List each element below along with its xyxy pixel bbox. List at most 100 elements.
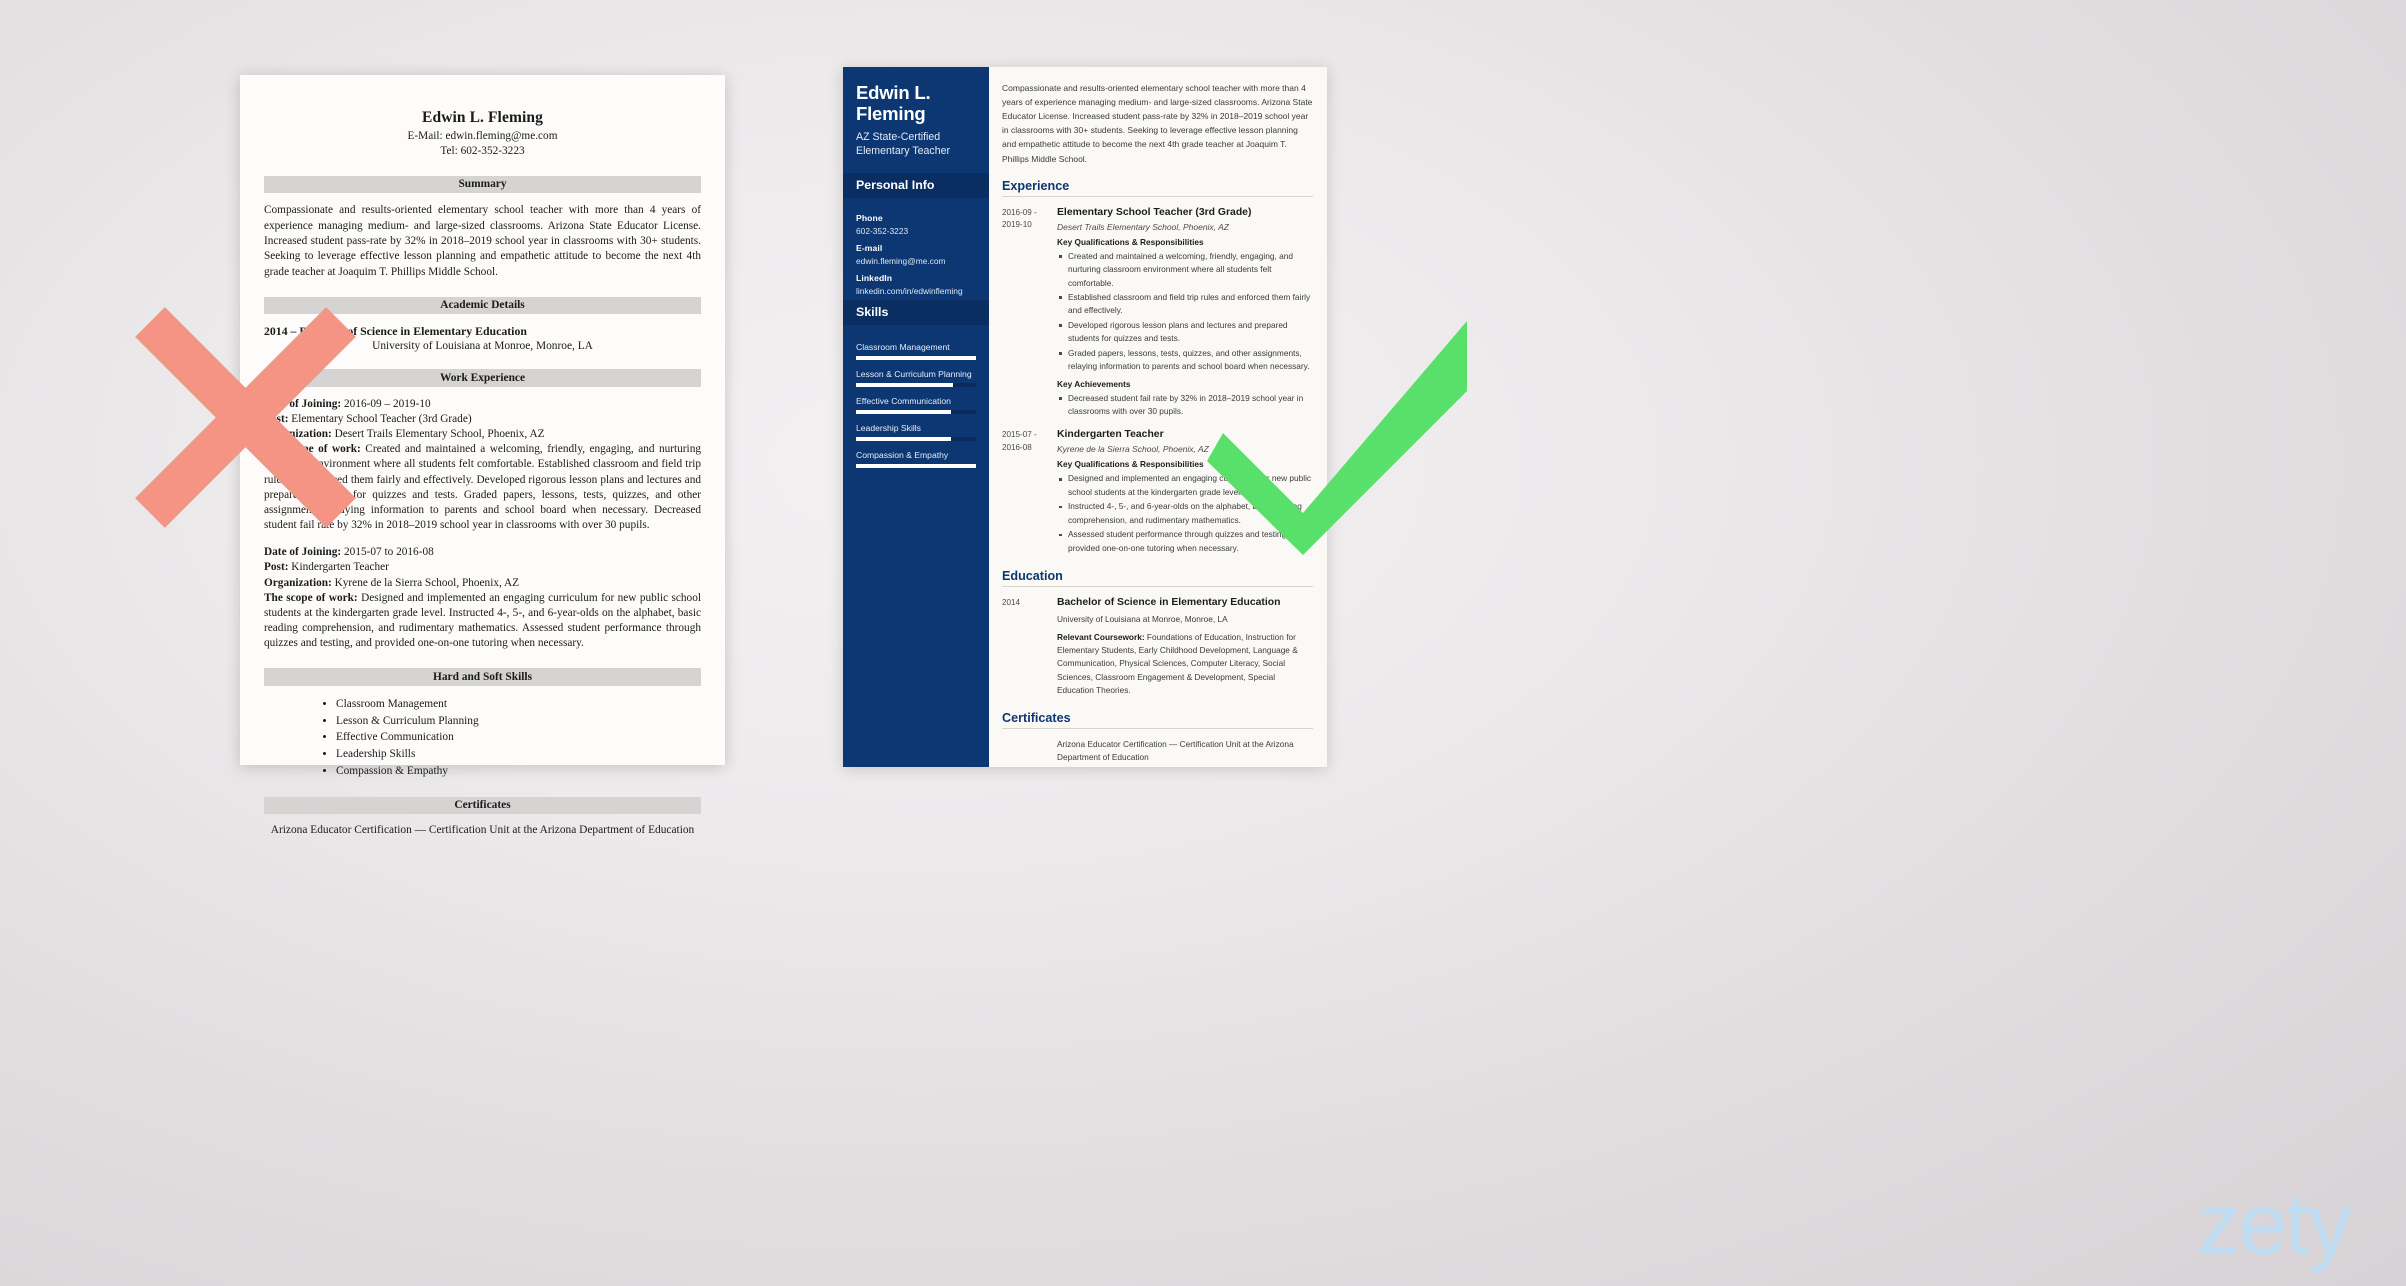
bad-job-post: Post: Elementary School Teacher (3rd Gra… [264,412,472,425]
experience-date: 2015-07 - 2016-08 [1002,430,1037,452]
skill-bar: Classroom Management [856,342,976,360]
experience-org: Desert Trails Elementary School, Phoenix… [1057,221,1229,232]
experience-title: Kindergarten Teacher [1057,429,1164,441]
skill-bar: Effective Communication [856,396,976,414]
education-date: 2014 [1002,598,1021,608]
bad-skill-item: Lesson & Curriculum Planning [336,713,701,730]
bad-summary-heading: Summary [264,175,701,194]
bullet-item: Developed rigorous lesson plans and lect… [1057,319,1313,346]
skill-name: Compassion & Empathy [856,449,949,460]
skill-name: Lesson & Curriculum Planning [856,368,972,379]
skills-heading: Skills [843,299,989,325]
achievements-heading: Key Achievements [1057,378,1131,389]
bullet-item: Assessed student performance through qui… [1057,528,1313,555]
education-coursework: Relevant Coursework: Foundations of Educ… [1057,631,1313,698]
bad-job-date: Date of Joining: 2016-09 – 2019-10 [264,397,431,410]
contact-label: LinkedIn [856,272,893,283]
contact-label: Phone [856,212,883,223]
bad-summary-text: Compassionate and results-oriented eleme… [264,204,701,278]
education-degree: Bachelor of Science in Elementary Educat… [1057,597,1281,609]
bad-certificate-text: Arizona Educator Certification — Certifi… [270,824,695,837]
contact-label: E-mail [856,242,883,253]
skill-track [856,436,976,441]
certificate-entry: Arizona Educator Certification — Certifi… [1002,738,1313,765]
skill-bar-list: Classroom Management Lesson & Curriculum … [843,325,989,472]
good-resume-name: Edwin L. Fleming [856,82,931,124]
education-heading: Education [1002,569,1313,588]
skill-bar: Leadership Skills [856,423,976,441]
bad-job-entry: Date of Joining: 2015-07 to 2016-08 Post:… [264,545,701,651]
coursework-label: Relevant Coursework: [1057,631,1145,642]
skill-fill [856,355,976,360]
personal-info-heading: Personal Info [843,172,989,198]
bullet-item: Created and maintained a welcoming, frie… [1057,250,1313,290]
skill-bar: Lesson & Curriculum Planning [856,369,976,387]
bullet-item: Established classroom and field trip rul… [1057,291,1313,318]
qualification-bullets: Designed and implemented an engaging cur… [1057,472,1313,555]
experience-list: 2016-09 - 2019-10 Elementary School Teach… [1002,206,1313,556]
bad-work-list: Date of Joining: 2016-09 – 2019-10 Post: … [264,397,701,652]
experience-org: Kyrene de la Sierra School, Phoenix, AZ [1057,444,1209,455]
experience-entry: 2015-07 - 2016-08 Kindergarten Teacher Kyr… [1002,428,1313,556]
bad-job-scope: The scope of work: Designed and implemen… [264,591,701,650]
skill-track [856,409,976,414]
bullet-item: Graded papers, lessons, tests, quizzes, … [1057,347,1313,374]
experience-date: 2016-09 - 2019-10 [1002,207,1037,229]
achievement-bullets: Decreased student fail rate by 32% in 20… [1057,392,1313,419]
bullet-item: Designed and implemented an engaging cur… [1057,472,1313,499]
bullet-item: Instructed 4-, 5-, and 6-year-olds on th… [1057,500,1313,527]
qualifications-heading: Key Qualifications & Responsibilities [1057,236,1204,247]
bad-job-date: Date of Joining: 2015-07 to 2016-08 [264,546,434,559]
skill-fill [856,382,954,387]
bullet-item: Decreased student fail rate by 32% in 20… [1057,392,1313,419]
certificate-date-spacer [1002,738,1057,765]
bad-skill-item: Effective Communication [336,729,701,746]
bad-skills-heading: Hard and Soft Skills [264,668,701,686]
bad-job-org: Organization: Desert Trails Elementary S… [264,428,545,441]
certificates-heading: Certificates [1002,711,1313,729]
bad-academic-degree: 2014 – Bachelor of Science in Elementary… [264,324,527,339]
good-resume-document: Edwin L. Fleming AZ State-Certified Elem… [843,67,1327,767]
good-resume-job-title: AZ State-Certified Elementary Teacher [856,131,951,158]
skill-fill [856,409,951,414]
bad-resume-email: E-Mail: edwin.fleming@me.com [407,130,558,142]
bad-job-entry: Date of Joining: 2016-09 – 2019-10 Post: … [264,397,701,534]
bad-resume-document: Edwin L. Fleming E-Mail: edwin.fleming@m… [240,75,725,836]
bad-skills-list: Classroom ManagementLesson & Curriculum … [336,696,701,780]
certificate-text: Arizona Educator Certification — Certifi… [1057,738,1294,763]
bad-certificates-heading: Certificates [264,796,701,815]
bad-job-scope: The scope of work: Created and maintaine… [264,443,701,532]
qualification-bullets: Created and maintained a welcoming, frie… [1057,250,1313,374]
skill-track [856,382,976,387]
bad-skill-item: Leadership Skills [336,746,701,763]
experience-heading: Experience [1002,179,1313,197]
skill-fill [856,463,976,468]
experience-entry: 2016-09 - 2019-10 Elementary School Teach… [1002,206,1313,420]
contact-value[interactable]: 602-352-3223 [856,226,976,236]
education-school: University of Louisiana at Monroe, Monro… [1057,614,1228,625]
skill-track [856,463,976,468]
contact-value[interactable]: edwin.fleming@me.com [856,256,976,266]
bad-resume-phone: Tel: 602-352-3223 [440,144,525,157]
good-resume-main-column: Compassionate and results-oriented eleme… [989,67,1327,767]
skill-track [856,355,976,360]
bad-academic-school: University of Louisiana at Monroe, Monro… [372,340,593,353]
skill-fill [856,436,951,441]
education-entry: 2014 Bachelor of Science in Elementary E… [1002,596,1313,698]
bad-job-org: Organization: Kyrene de la Sierra School… [264,576,520,589]
bad-resume-name: Edwin L. Fleming [422,109,543,126]
qualifications-heading: Key Qualifications & Responsibilities [1057,459,1204,470]
bad-work-heading: Work Experience [264,369,701,387]
contact-list: Phone 602-352-3223 E-mail edwin.fleming@me.… [843,198,989,300]
skill-bar: Compassion & Empathy [856,450,976,468]
bad-academic-heading: Academic Details [264,296,701,315]
bad-skill-item: Compassion & Empathy [336,763,701,780]
good-resume-summary: Compassionate and results-oriented eleme… [1002,83,1313,164]
skill-name: Effective Communication [856,395,951,406]
experience-title: Elementary School Teacher (3rd Grade) [1057,206,1252,218]
skill-name: Classroom Management [856,341,950,352]
bad-skill-item: Classroom Management [336,696,701,713]
zety-watermark: zety [2196,1174,2352,1273]
good-resume-sidebar: Edwin L. Fleming AZ State-Certified Elem… [843,67,989,767]
contact-value[interactable]: linkedin.com/in/edwinfleming [856,286,976,296]
